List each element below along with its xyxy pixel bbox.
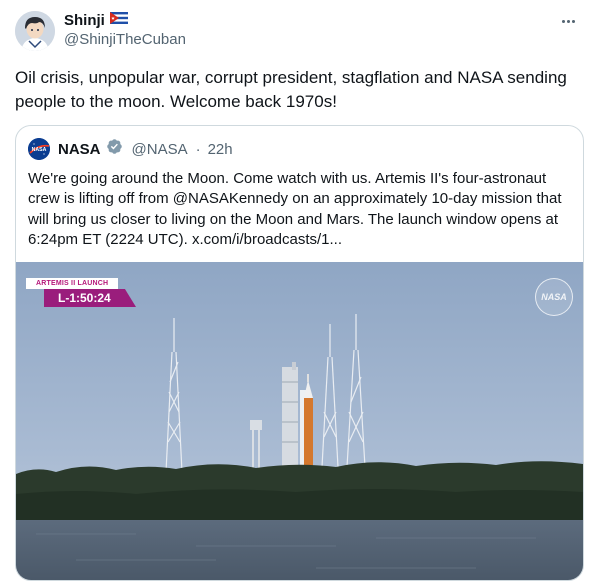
author-block: Shinji @ShinjiTheCuban [64,10,186,49]
launch-pad-image [16,262,583,580]
avatar[interactable] [15,11,55,51]
cuba-flag-icon [109,11,128,29]
quoted-timestamp[interactable]: 22h [208,141,233,158]
quoted-author-name[interactable]: NASA [58,141,101,158]
nasa-logo-text: NASA [32,147,47,153]
nasa-logo-avatar[interactable]: NASA [28,138,50,160]
nasa-watermark-icon: NASA [535,278,573,316]
quoted-tweet-text: We're going around the Moon. Come watch … [28,170,562,249]
author-handle[interactable]: @ShinjiTheCuban [64,31,186,48]
nasa-logo-icon: NASA [28,138,50,160]
avatar-image [15,11,55,51]
nasa-watermark-text: NASA [541,292,567,302]
author-name[interactable]: Shinji [64,12,105,29]
separator-dot: · [195,140,201,158]
quoted-author-handle[interactable]: @NASA [132,141,188,158]
more-options-icon[interactable] [556,12,580,30]
verified-badge-icon [106,138,123,160]
countdown-badge: ARTEMIS II LAUNCH L-1:50:24 [26,278,136,308]
tweet-text: Oil crisis, unpopular war, corrupt presi… [15,68,567,111]
quoted-tweet[interactable]: NASA NASA @NASA · 22h We're going around… [15,125,584,581]
author-name-row: Shinji [64,10,186,30]
badge-title: ARTEMIS II LAUNCH [26,278,118,289]
quoted-tweet-header: NASA NASA @NASA · 22h [28,138,233,160]
launch-video-media[interactable]: ARTEMIS II LAUNCH L-1:50:24 NASA [16,262,583,580]
countdown-timer: L-1:50:24 [44,289,136,307]
